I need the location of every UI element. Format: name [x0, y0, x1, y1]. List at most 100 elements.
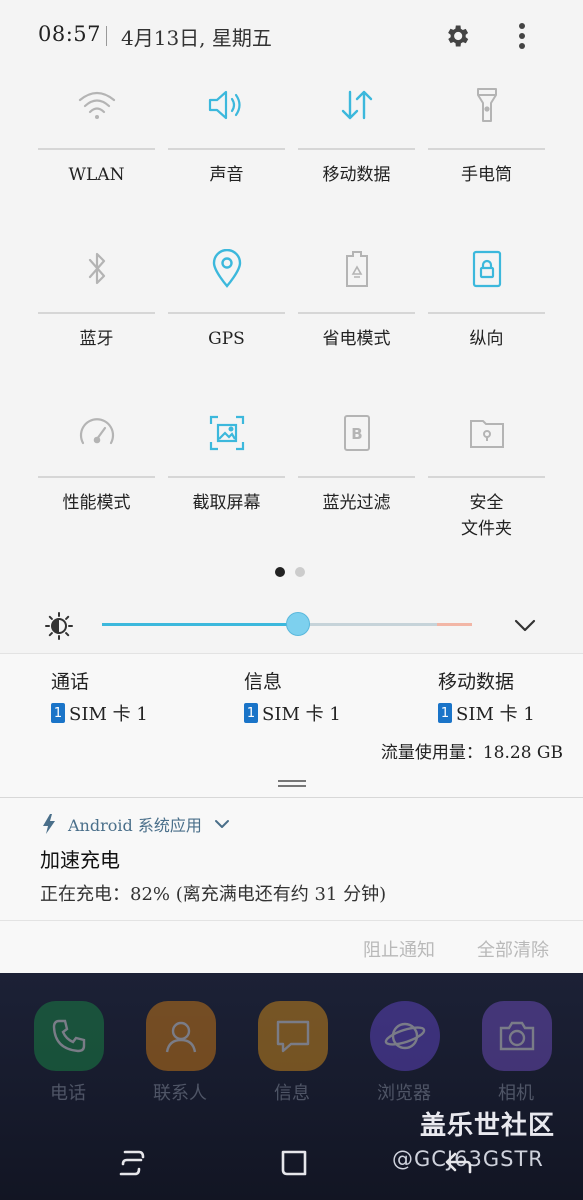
home-button[interactable]	[274, 1145, 314, 1181]
recents-button[interactable]	[112, 1145, 152, 1181]
tile-bluetooth[interactable]: 蓝牙	[38, 234, 155, 384]
status-divider	[106, 26, 107, 46]
brightness-high-zone	[437, 623, 472, 626]
battery-saver-icon	[298, 244, 415, 294]
back-icon	[445, 1152, 472, 1174]
app-label: 相机	[498, 1083, 534, 1104]
back-button[interactable]	[438, 1145, 478, 1181]
wifi-icon	[38, 80, 155, 130]
brightness-slider[interactable]	[102, 612, 472, 636]
tile-gps[interactable]: GPS	[168, 234, 285, 384]
sim-badge: 1	[244, 703, 258, 723]
page-indicator	[275, 567, 305, 577]
chevron-down-icon[interactable]	[214, 818, 230, 830]
sim-col-title: 通话	[51, 671, 90, 693]
settings-button[interactable]	[440, 19, 474, 53]
more-vertical-icon	[519, 23, 525, 49]
app-label: 浏览器	[377, 1083, 431, 1104]
sim-badge: 1	[51, 703, 65, 723]
bolt-icon	[43, 814, 55, 834]
contacts-icon	[146, 1001, 216, 1071]
brightness-icon[interactable]	[44, 611, 74, 641]
bluetooth-icon	[38, 244, 155, 294]
tile-label: 蓝牙	[79, 329, 114, 349]
gauge-icon	[38, 408, 155, 458]
tile-label: GPS	[208, 329, 245, 349]
tile-label: 省电模式	[322, 329, 391, 349]
tile-label: 移动数据	[322, 165, 391, 185]
app-label: 信息	[274, 1083, 310, 1104]
message-icon	[258, 1001, 328, 1071]
sim-label: SIM 卡 1	[262, 704, 341, 725]
flashlight-icon	[428, 80, 545, 130]
tile-performance-mode[interactable]: 性能模式	[38, 398, 155, 548]
tile-label: 截取屏幕	[192, 493, 261, 513]
home-icon	[281, 1150, 307, 1176]
tile-blue-light-filter[interactable]: B 蓝光过滤	[298, 398, 415, 548]
app-phone[interactable]: 电话	[20, 1001, 116, 1111]
chevron-down-icon	[514, 619, 536, 632]
sim-label: SIM 卡 1	[69, 704, 148, 725]
expand-button[interactable]	[510, 612, 540, 638]
tile-portrait[interactable]: 纵向	[428, 234, 545, 384]
app-label: 联系人	[153, 1083, 207, 1104]
panel-drag-handle[interactable]	[278, 780, 306, 788]
tile-label: 安全 文件夹	[461, 493, 512, 539]
browser-planet-icon	[370, 1001, 440, 1071]
data-usage: 流量使用量：18.28 GB	[380, 743, 563, 763]
tile-wlan[interactable]: WLAN	[38, 70, 155, 220]
more-options-button[interactable]	[506, 19, 538, 53]
screenshot-icon	[168, 408, 285, 458]
gear-icon	[448, 25, 469, 47]
portrait-lock-icon	[428, 244, 545, 294]
secure-folder-icon	[428, 408, 545, 458]
tile-label: 声音	[209, 165, 244, 185]
watermark-title: 盖乐世社区	[420, 1111, 556, 1141]
notification-card[interactable]: Android 系统应用 加速充电 正在充电：82% (离充满电还有约 31 分…	[0, 798, 583, 973]
notification-body: 正在充电：82% (离充满电还有约 31 分钟)	[40, 884, 387, 905]
app-camera[interactable]: 相机	[468, 1001, 564, 1111]
page-dot-active[interactable]	[275, 567, 285, 577]
brightness-fill	[102, 623, 299, 626]
brightness-thumb[interactable]	[286, 612, 311, 636]
sim-col-title: 移动数据	[438, 671, 515, 693]
date: 4月13日, 星期五	[121, 26, 272, 50]
notification-app-name: Android 系统应用	[68, 816, 202, 835]
app-messages[interactable]: 信息	[244, 1001, 340, 1111]
tile-flashlight[interactable]: 手电筒	[428, 70, 545, 220]
sim-badge: 1	[438, 703, 452, 723]
tile-label: 蓝光过滤	[322, 493, 391, 513]
sim-col-title: 信息	[244, 671, 283, 693]
camera-icon	[482, 1001, 552, 1071]
status-bar: 08:57 4月13日, 星期五	[0, 0, 583, 72]
data-arrows-icon	[298, 80, 415, 130]
sim-mobile-data[interactable]: 移动数据 1 SIM 卡 1	[438, 668, 535, 726]
sim-label: SIM 卡 1	[456, 704, 535, 725]
sim-messages[interactable]: 信息 1 SIM 卡 1	[244, 668, 341, 726]
app-contacts[interactable]: 联系人	[132, 1001, 228, 1111]
page-dot[interactable]	[295, 567, 305, 577]
app-label: 电话	[50, 1083, 86, 1104]
sim-card-panel: 通话 1 SIM 卡 1 信息 1 SIM 卡 1 移动数据 1 SIM 卡 1…	[0, 654, 583, 798]
tile-screenshot[interactable]: 截取屏幕	[168, 398, 285, 548]
recents-icon	[119, 1150, 145, 1176]
speaker-icon	[168, 80, 285, 130]
block-notifications-button[interactable]: 阻止通知	[363, 936, 435, 962]
tile-secure-folder[interactable]: 安全 文件夹	[428, 398, 545, 548]
tile-label: 纵向	[469, 329, 504, 349]
notification-header[interactable]: Android 系统应用	[40, 812, 230, 836]
notification-title: 加速充电	[40, 848, 120, 872]
location-pin-icon	[168, 244, 285, 294]
sim-calls[interactable]: 通话 1 SIM 卡 1	[51, 668, 148, 726]
app-browser[interactable]: 浏览器	[356, 1001, 452, 1111]
tile-label: 手电筒	[461, 165, 512, 185]
clock: 08:57	[38, 22, 102, 46]
phone-icon	[34, 1001, 104, 1071]
tile-label: WLAN	[68, 165, 125, 185]
tile-power-saving[interactable]: 省电模式	[298, 234, 415, 384]
clear-all-button[interactable]: 全部清除	[477, 936, 549, 962]
tile-sound[interactable]: 声音	[168, 70, 285, 220]
tile-mobile-data[interactable]: 移动数据	[298, 70, 415, 220]
tile-label: 性能模式	[62, 493, 131, 513]
blue-light-filter-icon: B	[298, 408, 415, 458]
